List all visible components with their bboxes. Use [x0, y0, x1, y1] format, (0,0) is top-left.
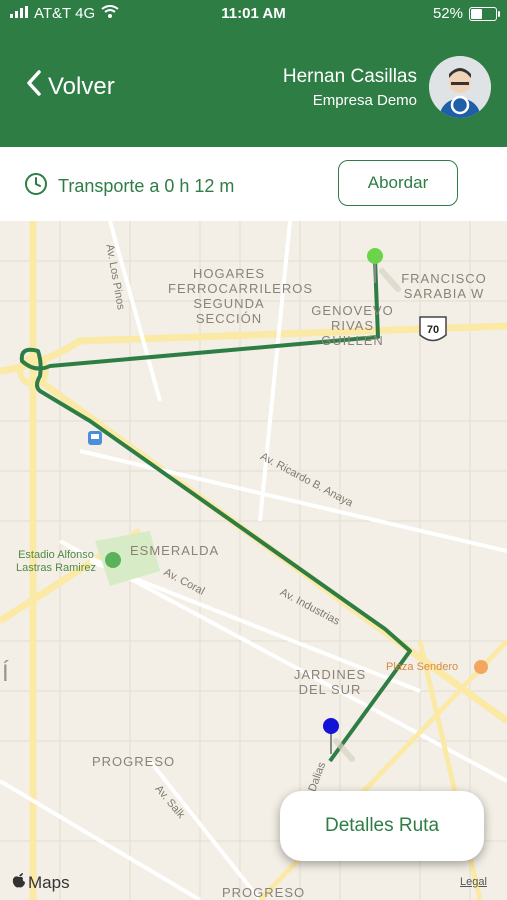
route-details-button[interactable]: Detalles Ruta — [280, 791, 484, 861]
board-button[interactable]: Abordar — [338, 160, 458, 206]
eta-text: Transporte a 0 h 12 m — [58, 176, 235, 196]
area-label: PROGRESO — [92, 754, 176, 769]
status-bar: AT&T 4G 11:01 AM 52% — [0, 0, 507, 28]
area-label: FRANCISCO SARABIA W — [401, 271, 487, 301]
apple-icon — [12, 872, 26, 893]
area-label: ESMERALDA — [130, 543, 220, 558]
bus-stop-icon — [88, 431, 102, 445]
place-label: Plaza Sendero — [386, 661, 459, 673]
area-label: PROGRESO — [222, 885, 306, 900]
user-name: Hernan Casillas — [282, 66, 417, 87]
header: AT&T 4G 11:01 AM 52% Volver Hernan Casil… — [0, 0, 507, 147]
area-label: JARDINES DEL SUR — [293, 667, 367, 697]
battery-icon — [469, 6, 500, 21]
origin-pin-icon[interactable] — [367, 248, 401, 292]
legal-link[interactable]: Legal — [460, 876, 487, 888]
back-button[interactable]: Volver — [26, 70, 115, 103]
company-name: Empresa Demo — [312, 92, 417, 109]
maps-logo-text: Maps — [28, 872, 70, 892]
clock-icon — [24, 172, 48, 201]
area-label: GENOVEVO RIVAS GUILLEN — [311, 303, 394, 348]
highway-shield: 70 — [419, 316, 447, 342]
avatar[interactable] — [429, 56, 491, 118]
trip-info-bar: Transporte a 0 h 12 m Abordar — [0, 147, 507, 221]
park-icon — [105, 552, 121, 568]
maps-logo: Maps — [12, 872, 70, 893]
driver-avatar-icon — [429, 56, 491, 118]
back-label: Volver — [48, 72, 115, 100]
eta: Transporte a 0 h 12 m — [24, 172, 234, 201]
clock: 11:01 AM — [221, 5, 286, 22]
edge-label: Í — [2, 660, 10, 687]
chevron-left-icon — [26, 70, 42, 103]
place-label: Estadio Alfonso Lastras Ramirez — [15, 549, 97, 574]
user-info: Hernan Casillas Empresa Demo — [283, 66, 417, 109]
svg-text:70: 70 — [427, 324, 439, 336]
shopping-icon — [474, 660, 488, 674]
battery-percent: 52% — [432, 5, 463, 22]
area-label: HOGARES FERROCARRILEROS SEGUNDA SECCIÓN — [168, 266, 314, 326]
